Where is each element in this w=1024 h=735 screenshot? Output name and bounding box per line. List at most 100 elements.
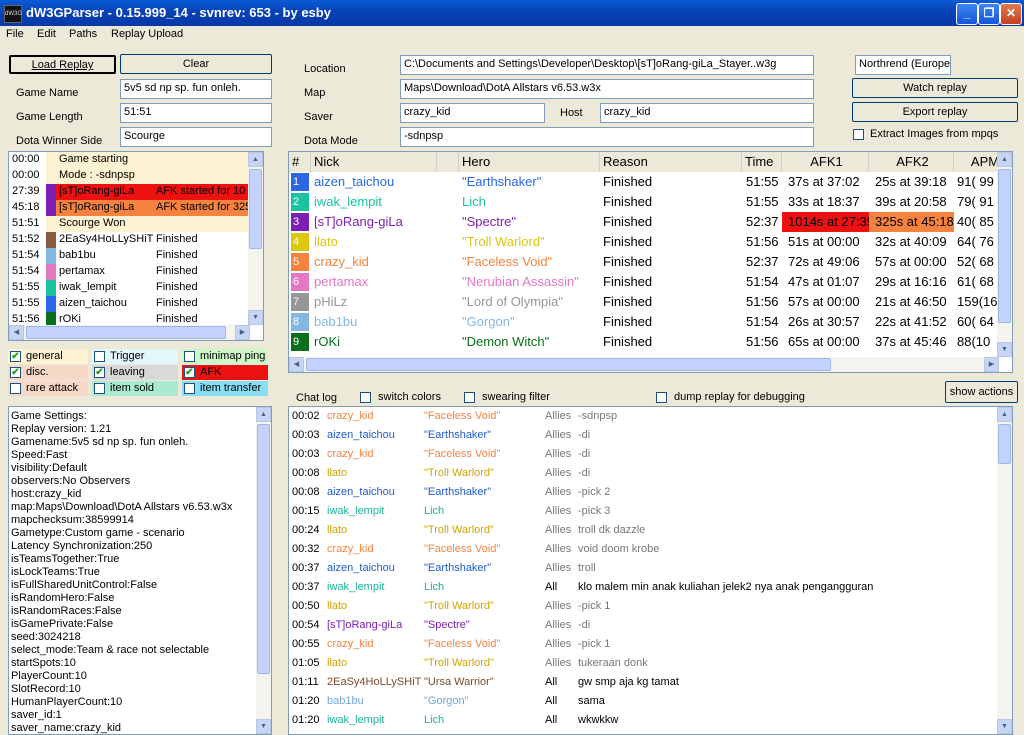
player-row[interactable]: 5 crazy_kid "Faceless Void" Finished 52:37 72…: [289, 252, 999, 272]
scroll-down-icon[interactable]: ▼: [256, 719, 271, 734]
dota-mode-field[interactable]: -sdnpsp: [400, 127, 814, 147]
filter-general[interactable]: ✔ general: [8, 349, 88, 364]
players-column-header[interactable]: [437, 152, 459, 172]
player-row[interactable]: 1 aizen_taichou "Earthshaker" Finished 51:55…: [289, 172, 999, 192]
event-row[interactable]: 51:54 pertamax Finished: [9, 264, 250, 280]
chat-vertical-scrollbar[interactable]: ▲ ▼: [997, 407, 1012, 734]
scroll-thumb[interactable]: [26, 326, 226, 339]
filter-checkbox[interactable]: [10, 383, 21, 394]
scroll-down-icon[interactable]: ▼: [997, 719, 1012, 734]
export-replay-button[interactable]: Export replay: [852, 102, 1018, 122]
close-button[interactable]: ✕: [1000, 3, 1022, 25]
filter-checkbox[interactable]: [94, 383, 105, 394]
chat-row[interactable]: 01:05 llato "Troll Warlord" Allies tukeraan …: [289, 654, 999, 673]
scroll-left-icon[interactable]: ◀: [289, 357, 304, 372]
players-column-header[interactable]: APM: [954, 152, 999, 172]
filter-minimap-ping[interactable]: minimap ping: [182, 349, 268, 364]
event-row[interactable]: 51:55 aizen_taichou Finished: [9, 296, 250, 312]
chat-row[interactable]: 00:03 crazy_kid "Faceless Void" Allies -di: [289, 445, 999, 464]
game-settings-panel[interactable]: Game Settings: Replay version: 1.21 Gamena…: [8, 406, 272, 735]
player-row[interactable]: 6 pertamax "Nerubian Assassin" Finished 51:5…: [289, 272, 999, 292]
swearing-filter-checkbox[interactable]: [464, 392, 475, 403]
extract-images-checkbox[interactable]: [853, 129, 864, 140]
scroll-thumb[interactable]: [306, 358, 831, 371]
filter-checkbox[interactable]: [94, 351, 105, 362]
chat-row[interactable]: 00:02 crazy_kid "Faceless Void" Allies -sdnp…: [289, 407, 999, 426]
filter-afk[interactable]: ✔ AFK: [182, 365, 268, 380]
title-bar[interactable]: dW3G dW3GParser - 0.15.999_14 - svnrev: …: [0, 0, 1024, 26]
scroll-up-icon[interactable]: ▲: [256, 407, 271, 422]
chat-row[interactable]: 00:37 aizen_taichou "Earthshaker" Allies tro…: [289, 559, 999, 578]
player-row[interactable]: 2 iwak_lempit Lich Finished 51:55 33s at 18:3…: [289, 192, 999, 212]
players-column-header[interactable]: #: [289, 152, 311, 172]
maximize-button[interactable]: ❐: [978, 3, 1000, 25]
filter-item-sold[interactable]: item sold: [92, 381, 178, 396]
player-row[interactable]: 7 pHiLz "Lord of Olympia" Finished 51:56 57s …: [289, 292, 999, 312]
event-row[interactable]: 51:51 Scourge Won: [9, 216, 250, 232]
switch-colors-checkbox[interactable]: [360, 392, 371, 403]
chat-row[interactable]: 01:20 iwak_lempit Lich All wkwkkw: [289, 711, 999, 730]
clear-button[interactable]: Clear: [120, 54, 272, 74]
scroll-right-icon[interactable]: ▶: [984, 357, 999, 372]
event-row[interactable]: 45:18 [sT]oRang-giLa AFK started for 325: [9, 200, 250, 216]
filter-checkbox[interactable]: [184, 383, 195, 394]
player-row[interactable]: 3 [sT]oRang-giLa "Spectre" Finished 52:37 101…: [289, 212, 999, 232]
chat-row[interactable]: 00:54 [sT]oRang-giLa "Spectre" Allies -di: [289, 616, 999, 635]
player-row[interactable]: 8 bab1bu "Gorgon" Finished 51:54 26s at 30:57…: [289, 312, 999, 332]
menu-replay-upload[interactable]: Replay Upload: [111, 28, 183, 40]
host-field[interactable]: crazy_kid: [600, 103, 814, 123]
players-vertical-scrollbar[interactable]: ▲ ▼: [997, 152, 1012, 357]
map-field[interactable]: Maps\Download\DotA Allstars v6.53.w3x: [400, 79, 814, 99]
event-row[interactable]: 51:55 iwak_lempit Finished: [9, 280, 250, 296]
location-field[interactable]: C:\Documents and Settings\Developer\Desk…: [400, 55, 814, 75]
filter-checkbox[interactable]: ✔: [184, 367, 195, 378]
chat-log[interactable]: 00:02 crazy_kid "Faceless Void" Allies -sdnp…: [288, 406, 1013, 735]
realm-field[interactable]: Northrend (Europe): [855, 55, 951, 75]
players-column-header[interactable]: Nick: [311, 152, 437, 172]
settings-vertical-scrollbar[interactable]: ▲ ▼: [256, 407, 271, 734]
players-horizontal-scrollbar[interactable]: ◀ ▶: [289, 357, 999, 372]
chat-row[interactable]: 01:20 bab1bu "Gorgon" All sama: [289, 692, 999, 711]
event-row[interactable]: 51:54 bab1bu Finished: [9, 248, 250, 264]
game-name-field[interactable]: 5v5 sd np sp. fun onleh.: [120, 79, 272, 99]
chat-row[interactable]: 00:08 llato "Troll Warlord" Allies -di: [289, 464, 999, 483]
saver-field[interactable]: crazy_kid: [400, 103, 545, 123]
chat-row[interactable]: 01:11 2EaSy4HoLLySHiT "Ursa Warrior" All gw …: [289, 673, 999, 692]
scroll-left-icon[interactable]: ◀: [9, 325, 24, 340]
scroll-up-icon[interactable]: ▲: [997, 152, 1012, 167]
filter-checkbox[interactable]: ✔: [10, 367, 21, 378]
filter-item-transfer[interactable]: item transfer: [182, 381, 268, 396]
event-row[interactable]: 27:39 [sT]oRang-giLa AFK started for 10: [9, 184, 250, 200]
menu-file[interactable]: File: [6, 28, 24, 40]
filter-trigger[interactable]: Trigger: [92, 349, 178, 364]
minimize-button[interactable]: _: [956, 3, 978, 25]
menu-edit[interactable]: Edit: [37, 28, 56, 40]
filter-checkbox[interactable]: [184, 351, 195, 362]
filter-rare-attack[interactable]: rare attack: [8, 381, 88, 396]
filter-leaving[interactable]: ✔ leaving: [92, 365, 178, 380]
players-table[interactable]: # Nick Hero Reason Time AFK1 AFK2 APM 1 aizen_ta…: [288, 151, 1013, 373]
scroll-right-icon[interactable]: ▶: [235, 325, 250, 340]
event-vertical-scrollbar[interactable]: ▲ ▼: [248, 152, 263, 325]
scroll-down-icon[interactable]: ▼: [248, 310, 263, 325]
player-row[interactable]: 9 rOKi "Demon Witch" Finished 51:56 65s at 00…: [289, 332, 999, 352]
event-list[interactable]: 00:00 Game starting 00:00 Mode : -sdnpsp 27:…: [8, 151, 264, 341]
scroll-thumb[interactable]: [257, 424, 270, 674]
winner-field[interactable]: Scourge: [120, 127, 272, 147]
filter-checkbox[interactable]: ✔: [10, 351, 21, 362]
chat-row[interactable]: 00:08 aizen_taichou "Earthshaker" Allies -pi…: [289, 483, 999, 502]
player-row[interactable]: 4 llato "Troll Warlord" Finished 51:56 51s at…: [289, 232, 999, 252]
menu-paths[interactable]: Paths: [69, 28, 97, 40]
watch-replay-button[interactable]: Watch replay: [852, 78, 1018, 98]
event-row[interactable]: 00:00 Game starting: [9, 152, 250, 168]
chat-row[interactable]: 00:37 iwak_lempit Lich All klo malem min ana…: [289, 578, 999, 597]
scroll-down-icon[interactable]: ▼: [997, 342, 1012, 357]
scroll-up-icon[interactable]: ▲: [997, 407, 1012, 422]
game-length-field[interactable]: 51:51: [120, 103, 272, 123]
chat-row[interactable]: 00:24 llato "Troll Warlord" Allies troll dk …: [289, 521, 999, 540]
scroll-up-icon[interactable]: ▲: [248, 152, 263, 167]
dump-replay-checkbox[interactable]: [656, 392, 667, 403]
players-column-header[interactable]: Hero: [459, 152, 600, 172]
filter-disc-[interactable]: ✔ disc.: [8, 365, 88, 380]
chat-row[interactable]: 00:03 aizen_taichou "Earthshaker" Allies -di: [289, 426, 999, 445]
